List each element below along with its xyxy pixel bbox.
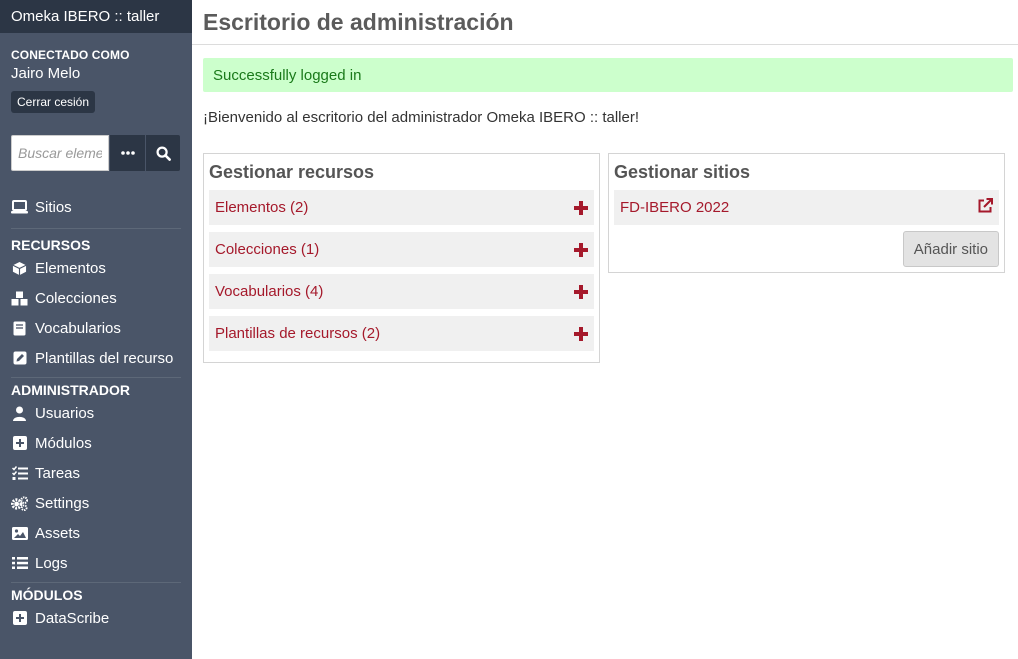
success-alert: Successfully logged in xyxy=(203,58,1013,92)
cube-icon xyxy=(11,260,28,276)
laptop-icon xyxy=(11,199,28,215)
resource-link[interactable]: Vocabularios (4) xyxy=(215,283,323,300)
add-icon[interactable] xyxy=(574,200,588,215)
sidebar-item-label: Elementos xyxy=(35,259,106,277)
sidebar-item-label: Tareas xyxy=(35,464,81,482)
sidebar-item-logs[interactable]: Logs xyxy=(0,548,192,578)
resource-link[interactable]: Colecciones (1) xyxy=(215,241,319,258)
resources-panel: Gestionar recursos Elementos (2) Colecci… xyxy=(203,153,600,363)
resource-row-elementos[interactable]: Elementos (2) xyxy=(209,190,594,225)
section-recursos: RECURSOS xyxy=(11,237,91,253)
sidebar-item-label: Colecciones xyxy=(35,289,117,307)
sidebar-item-modulos[interactable]: Módulos xyxy=(0,428,192,458)
resource-row-colecciones[interactable]: Colecciones (1) xyxy=(209,232,594,267)
search-bar xyxy=(11,135,181,171)
edit-icon xyxy=(11,350,28,366)
plus-square-icon xyxy=(11,435,28,451)
search-input[interactable] xyxy=(11,135,109,171)
sidebar-item-plantillas[interactable]: Plantillas del recurso xyxy=(0,343,192,373)
sidebar-item-sitios[interactable]: Sitios xyxy=(0,192,192,222)
resource-link[interactable]: Elementos (2) xyxy=(215,199,308,216)
main-content: Escritorio de administración Successfull… xyxy=(192,0,1018,659)
cubes-icon xyxy=(11,290,28,306)
sidebar-item-label: Plantillas del recurso xyxy=(35,349,174,367)
page-title: Escritorio de administración xyxy=(192,0,1018,45)
sidebar-item-label: Sitios xyxy=(35,198,72,216)
user-label: CONECTADO COMO xyxy=(11,48,130,62)
site-link[interactable]: FD-IBERO 2022 xyxy=(620,199,729,216)
sidebar-nav: Sitios RECURSOS Elementos Colecciones Vo… xyxy=(0,192,192,633)
panel-title: Gestionar recursos xyxy=(209,162,375,182)
search-icon xyxy=(155,145,171,161)
resource-row-vocabularios[interactable]: Vocabularios (4) xyxy=(209,274,594,309)
add-icon[interactable] xyxy=(574,242,588,257)
sidebar-item-label: DataScribe xyxy=(35,609,110,627)
sites-panel: Gestionar sitios FD-IBERO 2022 Añadir si… xyxy=(608,153,1005,273)
user-name[interactable]: Jairo Melo xyxy=(11,65,181,82)
sidebar-item-label: Vocabularios xyxy=(35,319,121,337)
sidebar-item-label: Usuarios xyxy=(35,404,95,422)
logout-button[interactable]: Cerrar cesión xyxy=(11,91,96,113)
welcome-message: ¡Bienvenido al escritorio del administra… xyxy=(203,109,640,126)
sidebar-item-label: Settings xyxy=(35,494,90,512)
site-title[interactable]: Omeka IBERO :: taller xyxy=(0,0,192,33)
add-icon[interactable] xyxy=(574,284,588,299)
sidebar-item-label: Módulos xyxy=(35,434,92,452)
panel-title: Gestionar sitios xyxy=(614,162,751,182)
plus-square-icon xyxy=(11,610,28,626)
sidebar-item-tareas[interactable]: Tareas xyxy=(0,458,192,488)
ellipsis-icon xyxy=(120,151,135,155)
list-icon xyxy=(11,555,28,571)
add-site-button[interactable]: Añadir sitio xyxy=(902,231,999,267)
image-icon xyxy=(11,525,28,541)
sidebar-item-datascribe[interactable]: DataScribe xyxy=(0,603,192,633)
advanced-search-button[interactable] xyxy=(109,135,145,171)
sidebar-item-settings[interactable]: Settings xyxy=(0,488,192,518)
external-link-icon[interactable] xyxy=(977,197,993,218)
search-button[interactable] xyxy=(145,135,180,171)
add-icon[interactable] xyxy=(574,326,588,341)
section-modulos: MÓDULOS xyxy=(11,587,83,603)
sidebar-item-label: Logs xyxy=(35,554,68,572)
sidebar-item-colecciones[interactable]: Colecciones xyxy=(0,283,192,313)
sidebar-item-elementos[interactable]: Elementos xyxy=(0,253,192,283)
sidebar-item-usuarios[interactable]: Usuarios xyxy=(0,398,192,428)
sidebar: Omeka IBERO :: taller CONECTADO COMO Jai… xyxy=(0,0,192,659)
sidebar-item-assets[interactable]: Assets xyxy=(0,518,192,548)
user-icon xyxy=(11,405,28,421)
sidebar-item-vocabularios[interactable]: Vocabularios xyxy=(0,313,192,343)
site-row[interactable]: FD-IBERO 2022 xyxy=(614,190,999,225)
sidebar-item-label: Assets xyxy=(35,524,81,542)
resource-row-plantillas[interactable]: Plantillas de recursos (2) xyxy=(209,316,594,351)
section-administrador: ADMINISTRADOR xyxy=(11,382,130,398)
tasks-icon xyxy=(11,465,28,481)
resource-link[interactable]: Plantillas de recursos (2) xyxy=(215,325,380,342)
user-block: CONECTADO COMO Jairo Melo Cerrar cesión xyxy=(0,33,192,113)
book-icon xyxy=(11,320,28,336)
cogs-icon xyxy=(11,495,28,511)
